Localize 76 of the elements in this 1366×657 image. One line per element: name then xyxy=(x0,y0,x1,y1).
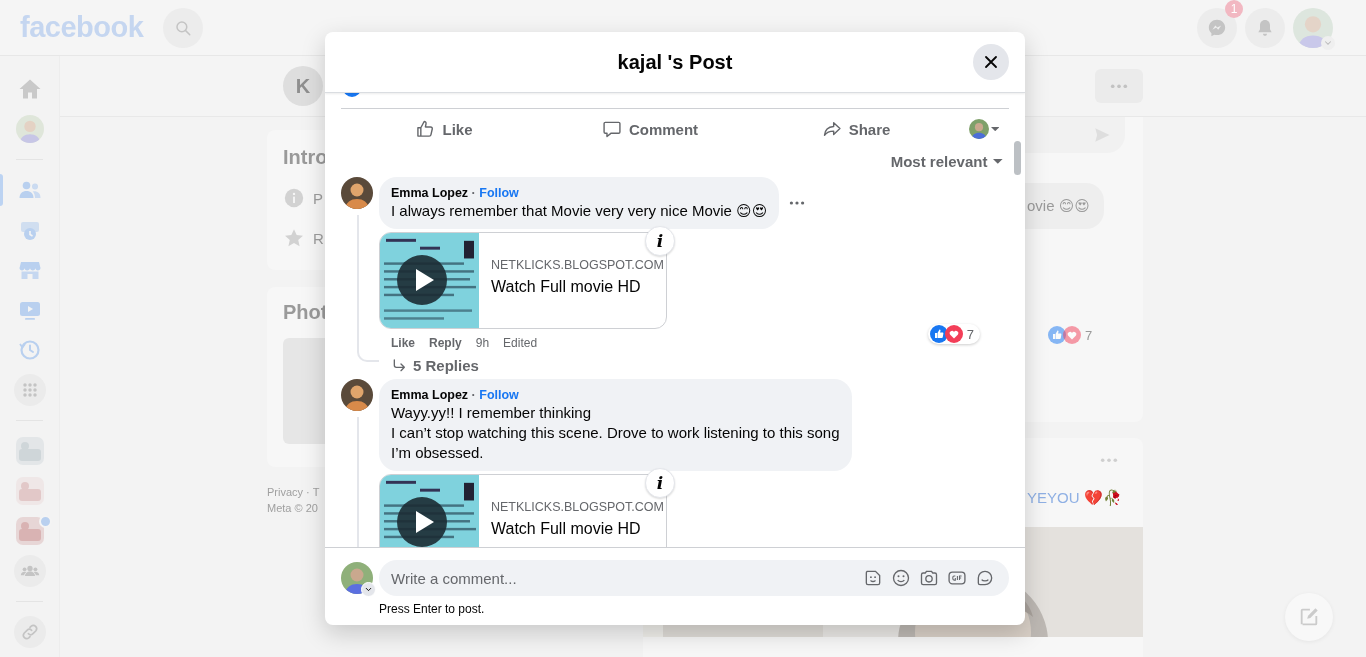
edited-label: Edited xyxy=(503,335,538,351)
link-title: Watch Full movie HD xyxy=(491,519,642,539)
link-title: Watch Full movie HD xyxy=(491,277,642,297)
comment-text: I can’t stop watching this scene. Drove to work listening to this song xyxy=(391,423,840,443)
caret-icon xyxy=(993,159,1003,164)
footer-text: Meta © 20 xyxy=(267,501,318,516)
intro-item: P xyxy=(313,189,323,207)
compose-button[interactable] xyxy=(1285,593,1333,641)
star-icon xyxy=(283,227,305,249)
post-text: YEYOU 💔🥀 xyxy=(1027,488,1123,507)
link-icon xyxy=(19,622,40,642)
chat-bubble-icon xyxy=(1207,17,1227,38)
comment-input[interactable]: Write a comment... xyxy=(379,560,1009,596)
reaction-count: 7 xyxy=(1085,327,1093,343)
speech-bubble-icon xyxy=(601,119,622,139)
search-icon xyxy=(174,18,193,37)
commenter-avatar xyxy=(341,379,373,411)
heart-reaction-icon xyxy=(1063,326,1081,344)
comment-text: Wayy.yy!! I remember thinking xyxy=(391,403,593,423)
play-icon xyxy=(397,255,447,305)
author-name[interactable]: Emma Lopez xyxy=(391,388,469,402)
comment-button[interactable]: Comment xyxy=(547,111,753,147)
follow-link[interactable]: Follow xyxy=(479,388,519,402)
user-avatar xyxy=(341,562,373,594)
commenter-avatar xyxy=(341,177,373,209)
comment-time: 9h xyxy=(475,335,490,351)
separator-dot: · xyxy=(471,186,476,200)
caret-icon xyxy=(990,126,1000,132)
scrollbar-thumb[interactable] xyxy=(1014,141,1021,175)
comment-text: I always remember that Movie very very nice Movie 😊😍 xyxy=(391,201,768,221)
more-button[interactable] xyxy=(789,201,806,205)
share-button[interactable]: Share xyxy=(753,111,959,147)
play-icon xyxy=(397,497,447,547)
home-icon xyxy=(17,77,42,101)
more-icon xyxy=(789,201,806,205)
link-domain: NETKLICKS.BLOGSPOT.COM xyxy=(491,499,664,515)
reaction-summary[interactable]: 7 xyxy=(927,324,980,344)
like-reaction-icon xyxy=(929,325,948,343)
thumbs-up-icon xyxy=(415,119,436,139)
comment-text: I’m obsessed. xyxy=(391,443,485,463)
footer-text: Privacy · T xyxy=(267,485,320,500)
link-domain: NETKLICKS.BLOGSPOT.COM xyxy=(491,257,664,273)
info-icon xyxy=(283,187,305,209)
like-link[interactable]: Like xyxy=(391,335,415,351)
avatar-sticker-icon xyxy=(863,568,883,588)
sort-dropdown[interactable]: Most relevant xyxy=(884,151,1009,172)
edit-icon xyxy=(1298,606,1320,628)
view-replies-button[interactable]: 5 Replies xyxy=(391,357,479,374)
avatar-icon xyxy=(15,115,44,143)
notifications-button[interactable] xyxy=(1245,7,1285,48)
notification-badge: 1 xyxy=(1225,0,1243,18)
reaction-count: 7 xyxy=(966,326,974,342)
sticker-icon xyxy=(975,568,995,588)
clock-icon xyxy=(17,338,42,362)
card-title: Intro xyxy=(283,146,329,169)
like-reaction-icon xyxy=(1048,326,1066,344)
intro-item: R xyxy=(313,229,324,247)
heart-reaction-icon xyxy=(944,325,963,343)
author-name[interactable]: Emma Lopez xyxy=(391,186,469,200)
more-icon xyxy=(1100,458,1118,463)
dialog-title: kajal 's Post xyxy=(617,50,733,74)
reply-arrow-icon xyxy=(391,357,407,374)
separator-dot: · xyxy=(471,388,476,402)
avatar-icon xyxy=(968,119,989,139)
account-avatar xyxy=(1293,7,1333,48)
chevron-icon xyxy=(364,585,373,594)
hint-text: Press Enter to post. xyxy=(379,602,486,616)
follow-link[interactable]: Follow xyxy=(479,186,519,200)
reply-link[interactable]: Reply xyxy=(429,335,462,351)
like-button[interactable]: Like xyxy=(341,111,547,147)
more-icon xyxy=(1110,83,1128,89)
close-button[interactable] xyxy=(973,44,1009,80)
share-arrow-icon xyxy=(821,119,842,139)
emoji-icon xyxy=(891,568,911,588)
camera-icon xyxy=(919,568,939,588)
card-title: Phot xyxy=(283,301,329,324)
